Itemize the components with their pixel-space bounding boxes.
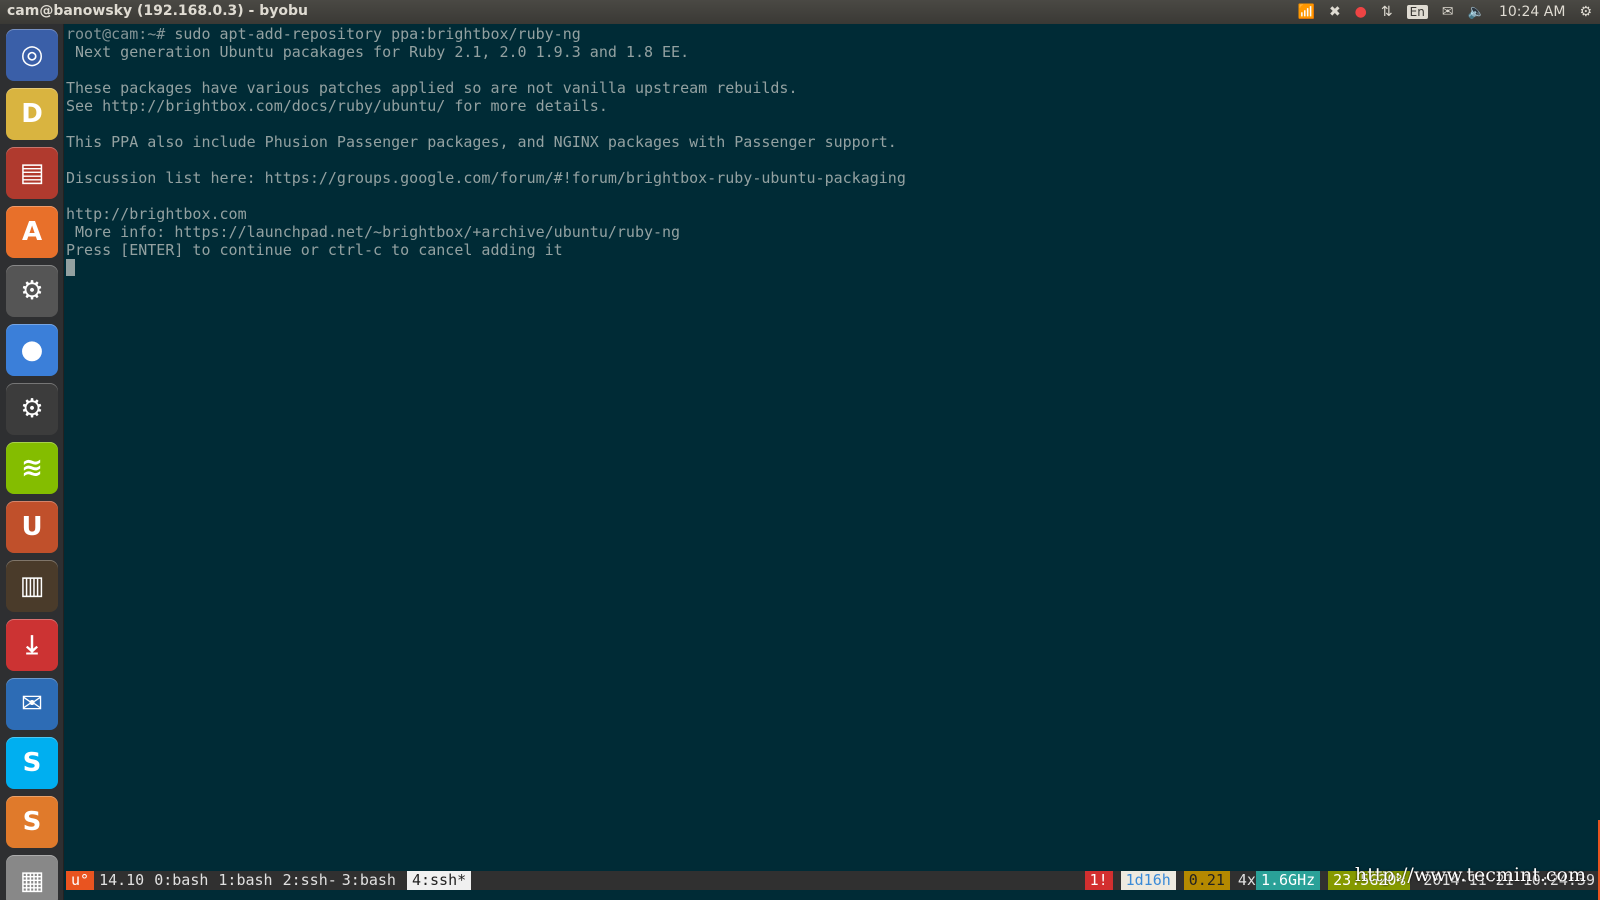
launcher-workspaces-icon[interactable]: ▦ bbox=[6, 855, 58, 900]
uptime: 1d16h bbox=[1120, 871, 1176, 890]
terminal-line: See http://brightbox.com/docs/ruby/ubunt… bbox=[66, 97, 608, 115]
command-text: sudo apt-add-repository ppa:brightbox/ru… bbox=[165, 25, 581, 43]
launcher-ubuntu-dash-icon[interactable]: ◎ bbox=[6, 29, 58, 81]
keyboard-layout-indicator[interactable]: En bbox=[1406, 5, 1428, 19]
launcher-spotify-icon[interactable]: ≋ bbox=[6, 442, 58, 494]
window-title: cam@banowsky (192.168.0.3) - byobu bbox=[7, 3, 308, 19]
window-tab[interactable]: 1:bash bbox=[213, 871, 277, 890]
launcher: ◎ D ▤ A ⚙ ● ⚙ ≋ U ▥ ⤓ ✉ S S ▦ bbox=[0, 24, 64, 900]
mail-icon[interactable]: ✉ bbox=[1442, 4, 1454, 20]
cpu-count: 4x bbox=[1237, 871, 1256, 889]
launcher-ubuntu-one-icon[interactable]: U bbox=[6, 501, 58, 553]
launcher-steam-icon[interactable]: ⚙ bbox=[6, 383, 58, 435]
watermark: http://www.tecmint.com bbox=[1354, 864, 1586, 886]
launcher-software-center-icon[interactable]: A bbox=[6, 206, 58, 258]
top-panel: cam@banowsky (192.168.0.3) - byobu 📶 ✖ ●… bbox=[0, 0, 1600, 24]
system-tray: 📶 ✖ ● ⇅ En ✉ 🔈 10:24 AM ⚙ bbox=[1298, 0, 1593, 24]
launcher-calibre-icon[interactable]: ▥ bbox=[6, 560, 58, 612]
launcher-skype-icon[interactable]: S bbox=[6, 737, 58, 789]
window-tab[interactable]: 2:ssh- bbox=[278, 871, 342, 890]
launcher-update-manager-icon[interactable]: ⤓ bbox=[6, 619, 58, 671]
terminal-line: Next generation Ubuntu pacakages for Rub… bbox=[66, 43, 690, 61]
launcher-files-icon[interactable]: ▤ bbox=[6, 147, 58, 199]
window-tab[interactable]: 3:bash bbox=[342, 871, 401, 890]
terminal-output[interactable]: root@cam:~# sudo apt-add-repository ppa:… bbox=[66, 25, 1600, 871]
release-version: 14.10 bbox=[99, 871, 145, 889]
power-gear-icon[interactable]: ⚙ bbox=[1579, 4, 1592, 20]
shell-prompt: root@cam:~# bbox=[66, 25, 166, 43]
window-tab[interactable]: 0:bash bbox=[149, 871, 213, 890]
byobu-logo: u° bbox=[66, 871, 95, 890]
terminal-line: These packages have various patches appl… bbox=[66, 79, 798, 97]
launcher-thunderbird-icon[interactable]: ✉ bbox=[6, 678, 58, 730]
launcher-pidgin-icon[interactable]: D bbox=[6, 88, 58, 140]
terminal-line: More info: https://launchpad.net/~bright… bbox=[66, 223, 681, 241]
launcher-sublime-text-icon[interactable]: S bbox=[6, 796, 58, 848]
text-cursor bbox=[66, 259, 75, 276]
volume-icon[interactable]: 🔈 bbox=[1468, 4, 1485, 20]
chrome-icon[interactable]: ● bbox=[1355, 4, 1367, 20]
launcher-system-settings-icon[interactable]: ⚙ bbox=[6, 265, 58, 317]
cpu-frequency: 1.6GHz bbox=[1255, 871, 1321, 890]
network-wifi-icon[interactable]: 📶 bbox=[1298, 4, 1315, 20]
terminal-line: http://brightbox.com bbox=[66, 205, 247, 223]
terminal-line: This PPA also include Phusion Passenger … bbox=[66, 133, 897, 151]
dropbox-icon[interactable]: ✖ bbox=[1329, 4, 1341, 20]
clock[interactable]: 10:24 AM bbox=[1499, 4, 1565, 20]
launcher-chrome-icon[interactable]: ● bbox=[6, 324, 58, 376]
transfer-arrows-icon[interactable]: ⇅ bbox=[1381, 4, 1393, 20]
load-average: 0.21 bbox=[1183, 871, 1230, 890]
terminal-line: Discussion list here: https://groups.goo… bbox=[66, 169, 906, 187]
updates-indicator: 1! bbox=[1084, 871, 1113, 890]
window-tab-active[interactable]: 4:ssh* bbox=[406, 871, 472, 890]
terminal-line: Press [ENTER] to continue or ctrl-c to c… bbox=[66, 241, 563, 259]
